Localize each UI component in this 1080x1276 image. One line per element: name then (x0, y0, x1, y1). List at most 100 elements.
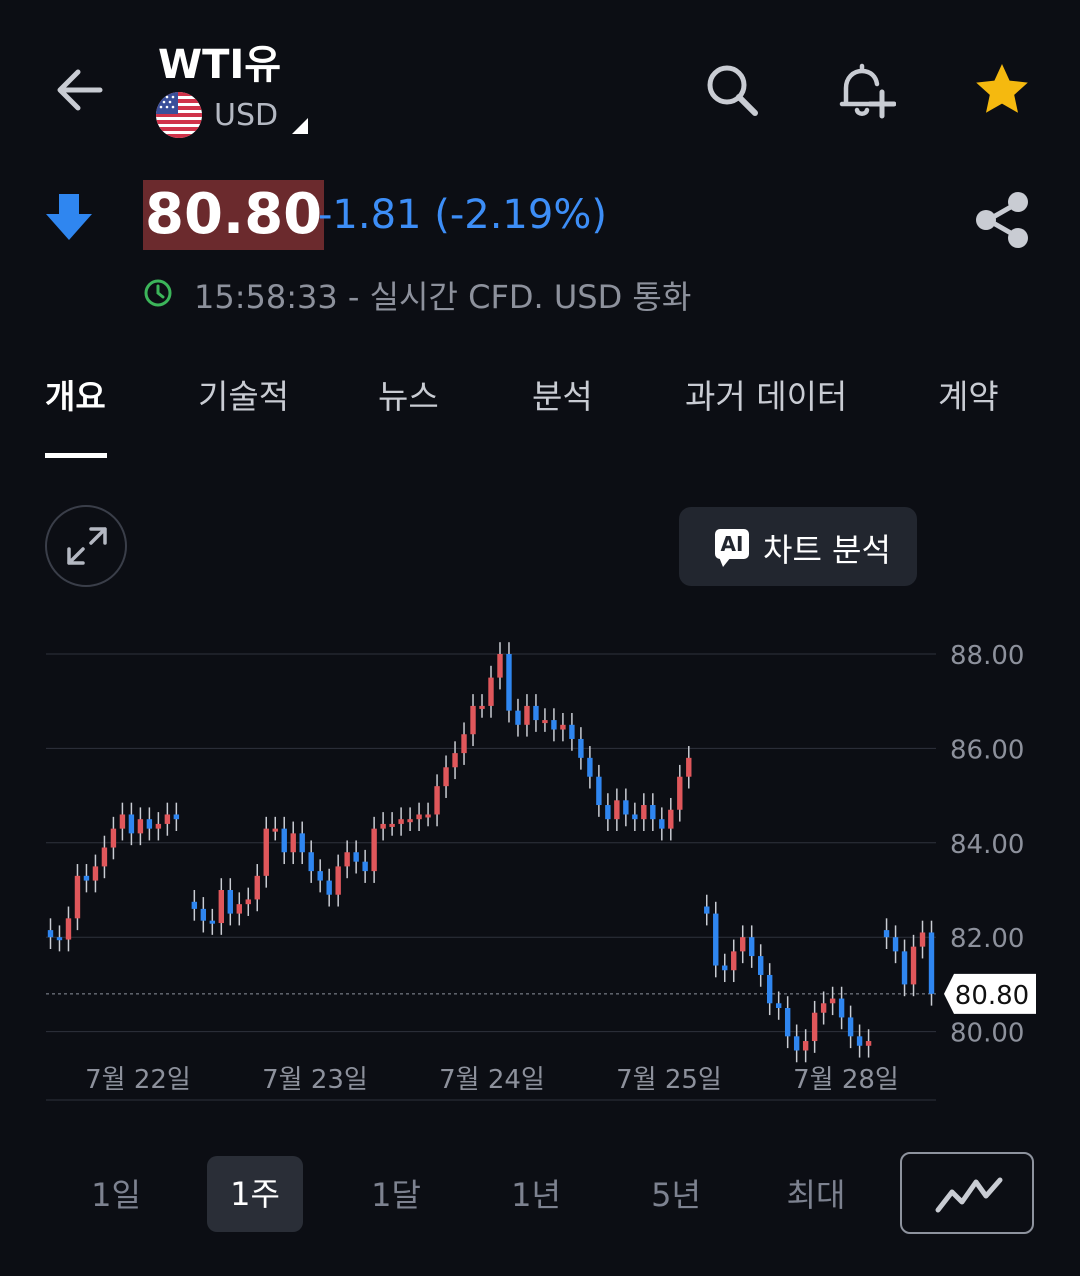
candle-body (245, 899, 251, 905)
candle-body (452, 753, 458, 768)
candle-body (892, 937, 899, 952)
star-icon[interactable] (970, 58, 1034, 122)
candle-body (883, 930, 890, 938)
add-alert-bell-icon[interactable] (832, 58, 896, 122)
range-1y[interactable]: 1년 (486, 1170, 586, 1220)
candle-body (146, 819, 153, 829)
candle-body (820, 1003, 827, 1013)
instrument-title: WTI유 (158, 42, 282, 88)
candle-body (811, 1012, 818, 1042)
candle-body (605, 805, 611, 820)
candle-body (164, 814, 171, 824)
candle-body (443, 767, 449, 787)
candle-body (910, 946, 917, 985)
candle-body (829, 998, 836, 1004)
candle-body (254, 875, 260, 900)
candle-body (533, 705, 539, 721)
candle-body (919, 932, 926, 947)
current-price-label: 80.80 (955, 981, 1029, 1011)
candle-body (659, 819, 665, 829)
price-chart[interactable]: 88.00 86.00 84.00 82.00 80.00 7월 22일 7월 23일 7월 … (0, 630, 1080, 1110)
range-1w[interactable]: 1주 (207, 1156, 303, 1232)
candle-body (551, 720, 557, 730)
x-tick-label: 7월 22일 (85, 1065, 191, 1095)
candle-body (928, 932, 935, 994)
range-1d[interactable]: 1일 (66, 1170, 166, 1220)
last-price: 80.80 (143, 180, 325, 250)
candle-body (775, 1003, 782, 1008)
back-arrow-icon[interactable] (52, 62, 108, 118)
candle-body (227, 890, 233, 914)
search-icon[interactable] (700, 58, 764, 122)
candle-body (137, 819, 144, 834)
chart-type-button[interactable] (900, 1152, 1034, 1234)
candle-body (281, 828, 287, 853)
candle-body (317, 871, 323, 881)
candle-body (92, 866, 99, 881)
range-max[interactable]: 최대 (766, 1170, 866, 1220)
candle-body (713, 913, 719, 966)
candle-body (398, 819, 404, 824)
currency-selector[interactable]: USD (214, 98, 278, 133)
candle-body (632, 814, 638, 820)
candle-body (47, 930, 54, 938)
candle-body (119, 814, 126, 829)
candle-body (569, 724, 575, 739)
candle-body (416, 814, 422, 820)
candle-body (290, 833, 296, 853)
x-tick-label: 7월 28일 (793, 1065, 899, 1095)
candle-body (901, 951, 908, 985)
candle-body (650, 805, 656, 820)
candle-body (110, 828, 117, 848)
price-down-arrow-icon (46, 194, 92, 240)
tab-analysis[interactable]: 분석 (532, 370, 593, 418)
candle-body (173, 814, 180, 820)
candle-body (506, 654, 512, 711)
candle-body (380, 823, 386, 829)
candle-body (596, 776, 602, 806)
currency-dropdown-icon[interactable] (292, 118, 308, 134)
candle-body (344, 852, 350, 867)
candle-body (371, 828, 377, 872)
candle-body (362, 861, 368, 872)
x-tick-label: 7월 23일 (262, 1065, 368, 1095)
candle-body (802, 1041, 809, 1051)
tab-overview[interactable]: 개요 (45, 370, 106, 418)
candle-body (479, 705, 485, 709)
candle-body (793, 1036, 800, 1051)
y-tick-label: 82.00 (950, 924, 1024, 954)
candle-body (236, 904, 242, 914)
x-tick-label: 7월 24일 (439, 1065, 545, 1095)
share-icon[interactable] (968, 186, 1036, 254)
candle-body (353, 852, 359, 862)
tab-contract[interactable]: 계약 (938, 370, 999, 418)
us-flag-icon[interactable] (156, 92, 202, 138)
candle-body (191, 901, 198, 909)
candle-body (65, 918, 72, 940)
candle-body (641, 805, 647, 820)
candle-body (560, 724, 566, 730)
candle-body (784, 1008, 791, 1037)
candle-body (542, 720, 548, 724)
candle-body (200, 908, 207, 921)
candle-body (847, 1017, 854, 1037)
candle-body (731, 951, 737, 971)
y-tick-label: 84.00 (950, 830, 1024, 860)
tab-technical[interactable]: 기술적 (198, 370, 289, 418)
candle-body (299, 833, 305, 853)
range-5y[interactable]: 5년 (626, 1170, 726, 1220)
candle-body (74, 875, 81, 919)
range-1m[interactable]: 1달 (346, 1170, 446, 1220)
candle-body (434, 786, 440, 815)
ai-chart-analysis-button[interactable]: AI 차트 분석 (679, 507, 917, 586)
tab-historical-data[interactable]: 과거 데이터 (685, 370, 847, 418)
candle-body (461, 734, 467, 754)
line-chart-icon (935, 1177, 1003, 1213)
candle-body (488, 677, 494, 706)
fullscreen-button[interactable] (45, 505, 127, 587)
candle-body (722, 965, 728, 971)
tab-news[interactable]: 뉴스 (378, 370, 439, 418)
candle-body (766, 974, 773, 1004)
candle-body (749, 937, 755, 957)
candle-body (308, 852, 314, 872)
